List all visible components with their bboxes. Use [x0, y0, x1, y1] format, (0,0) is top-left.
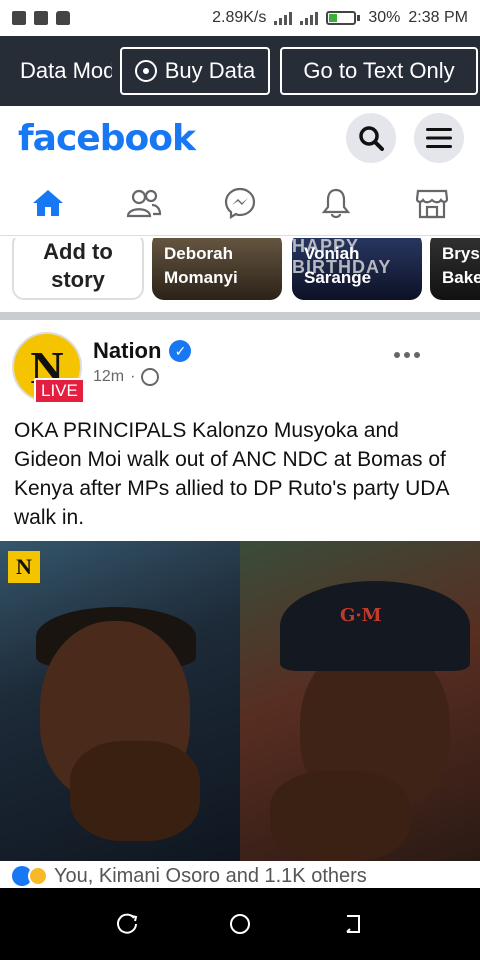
facebook-mobile-screen: 2.89K/s 30% 2:38 PM Data Mode Buy Data G…	[0, 0, 480, 960]
signal-icon	[274, 11, 293, 25]
verified-badge-icon: ✓	[169, 340, 192, 362]
tab-friends[interactable]	[104, 173, 184, 233]
network-speed: 2.89K/s	[212, 9, 267, 26]
battery-percent: 30%	[368, 9, 401, 26]
lock-icon	[56, 11, 70, 25]
facebook-logo[interactable]: facebook	[18, 118, 196, 159]
back-icon	[346, 915, 361, 933]
system-nav-bar	[0, 888, 480, 960]
feed-divider	[0, 312, 480, 320]
recents-icon	[116, 913, 137, 934]
text-only-label: Go to Text Only	[303, 58, 455, 83]
buy-data-button[interactable]: Buy Data	[120, 47, 270, 95]
data-mode-label: Data Mode	[20, 58, 112, 83]
menu-icon	[426, 128, 452, 148]
broadcast-icon	[134, 60, 157, 82]
messenger-icon	[224, 187, 256, 219]
search-button[interactable]	[346, 113, 396, 163]
add-to-story-card[interactable]: Add to story	[12, 238, 144, 300]
recents-button[interactable]	[114, 911, 140, 937]
photo-right: G·M	[240, 541, 480, 861]
post-header: N LIVE Nation ✓ 12m ·	[0, 322, 480, 408]
meta-separator: ·	[130, 368, 136, 385]
story-name: Brys Bake	[442, 244, 480, 287]
home-button[interactable]	[227, 911, 253, 937]
back-button[interactable]	[340, 911, 366, 937]
post-text: OKA PRINCIPALS Kalonzo Musyoka and Gideo…	[14, 419, 449, 529]
post-image[interactable]: N G·M	[0, 541, 480, 861]
post-author[interactable]: Nation ✓	[93, 338, 192, 364]
battery-icon	[326, 11, 361, 25]
status-bar: 2.89K/s 30% 2:38 PM	[0, 0, 480, 36]
marketplace-icon	[415, 189, 449, 218]
image-icon	[34, 11, 48, 25]
haha-icon	[28, 866, 48, 886]
home-icon	[33, 189, 63, 216]
main-tabs	[0, 170, 480, 236]
story-name: Voniah Sarange	[304, 244, 372, 287]
live-badge: LIVE	[34, 378, 85, 404]
reactions-text: You, Kimani Osoro and 1.1K others	[54, 864, 367, 887]
story-card[interactable]: Brys Bake	[430, 238, 480, 300]
cap-text: G·M	[340, 605, 382, 626]
post-meta: 12m ·	[93, 368, 160, 386]
data-mode-banner: Data Mode Buy Data Go to Text Only	[0, 36, 480, 106]
menu-button[interactable]	[414, 113, 464, 163]
add-story-line2: story	[51, 267, 105, 292]
signal-icon-2	[300, 11, 319, 25]
story-card[interactable]: HAPPY BIRTHDAY Voniah Sarange	[292, 238, 422, 300]
globe-icon	[141, 368, 160, 386]
dot-icon	[394, 352, 400, 358]
story-card[interactable]: Deborah Momanyi	[152, 238, 282, 300]
bell-icon	[321, 188, 351, 218]
tab-notifications[interactable]	[296, 173, 376, 233]
add-story-line1: Add to	[43, 239, 113, 264]
stories-strip: Add to story Deborah Momanyi HAPPY BIRTH…	[0, 238, 480, 310]
tab-marketplace[interactable]	[392, 173, 472, 233]
tab-home[interactable]	[8, 173, 88, 233]
battery-fill	[329, 14, 338, 22]
search-icon	[359, 126, 384, 151]
app-header: facebook	[0, 106, 480, 170]
reactions-summary[interactable]: You, Kimani Osoro and 1.1K others	[12, 864, 480, 888]
dot-icon	[414, 352, 420, 358]
clock: 2:38 PM	[408, 9, 468, 26]
friends-icon	[126, 189, 162, 217]
notification-icon	[12, 11, 26, 25]
nation-badge: N	[8, 551, 40, 583]
tab-messenger[interactable]	[200, 173, 280, 233]
home-circle-icon	[229, 914, 250, 934]
story-name: Deborah Momanyi	[164, 244, 238, 287]
text-only-button[interactable]: Go to Text Only	[280, 47, 478, 95]
more-options-button[interactable]	[394, 352, 420, 358]
post-time[interactable]: 12m	[93, 368, 124, 386]
author-name: Nation	[93, 338, 162, 363]
photo-left: N	[0, 541, 240, 861]
buy-data-label: Buy Data	[164, 58, 256, 83]
dot-icon	[404, 352, 410, 358]
